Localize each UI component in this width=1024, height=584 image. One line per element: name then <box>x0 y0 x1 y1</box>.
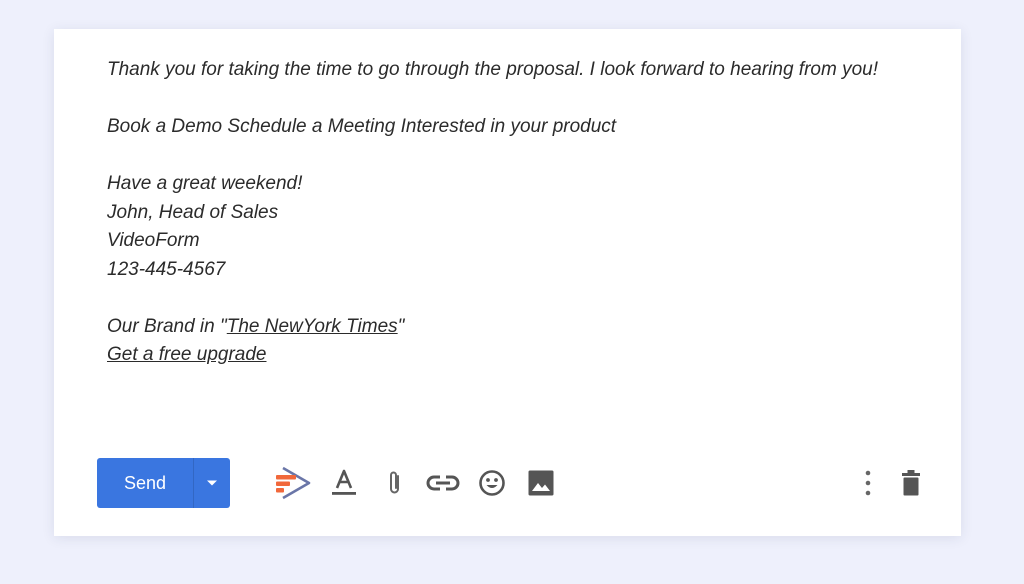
signature-name: John, Head of Sales <box>107 201 279 223</box>
compose-toolbar: Send <box>54 457 961 509</box>
brand-line: Our Brand in "The NewYork Times" <box>107 313 887 342</box>
signature-greeting: Have a great weekend! <box>107 173 303 194</box>
send-button[interactable]: Send <box>97 458 193 508</box>
email-paragraph: Thank you for taking the time to go thro… <box>107 59 878 80</box>
emoji-icon <box>479 470 505 496</box>
insert-image-button[interactable] <box>524 466 558 500</box>
send-button-group: Send <box>97 458 230 508</box>
text-format-button[interactable] <box>327 466 361 500</box>
send-options-button[interactable] <box>194 458 230 508</box>
more-options-button[interactable] <box>851 466 885 500</box>
text-format-icon <box>332 469 356 495</box>
more-options-icon <box>865 470 871 496</box>
discard-button[interactable] <box>894 466 928 500</box>
attach-button[interactable] <box>378 466 412 500</box>
link-icon <box>426 475 460 491</box>
emoji-button[interactable] <box>475 466 509 500</box>
upgrade-line: Get a free upgrade <box>107 341 887 370</box>
signature-company: VideoForm <box>107 230 200 251</box>
cta-line: Book a Demo Schedule a Meeting Intereste… <box>107 116 617 137</box>
signature-phone: 123-445-4567 <box>107 258 226 280</box>
upgrade-link[interactable]: Get a free upgrade <box>107 344 267 365</box>
videoform-icon <box>276 466 311 500</box>
email-body[interactable]: Thank you for taking the time to go thro… <box>107 56 887 370</box>
brand-link[interactable]: The NewYork Times <box>227 316 398 337</box>
delete-icon <box>902 470 920 496</box>
videoform-button[interactable] <box>272 466 314 500</box>
email-compose-card: Thank you for taking the time to go thro… <box>54 29 961 536</box>
caret-down-icon <box>207 480 217 486</box>
brand-suffix: " <box>397 315 405 337</box>
attach-icon <box>390 471 399 494</box>
brand-prefix: Our Brand in " <box>107 315 227 337</box>
image-icon <box>528 470 554 496</box>
link-button[interactable] <box>426 466 460 500</box>
